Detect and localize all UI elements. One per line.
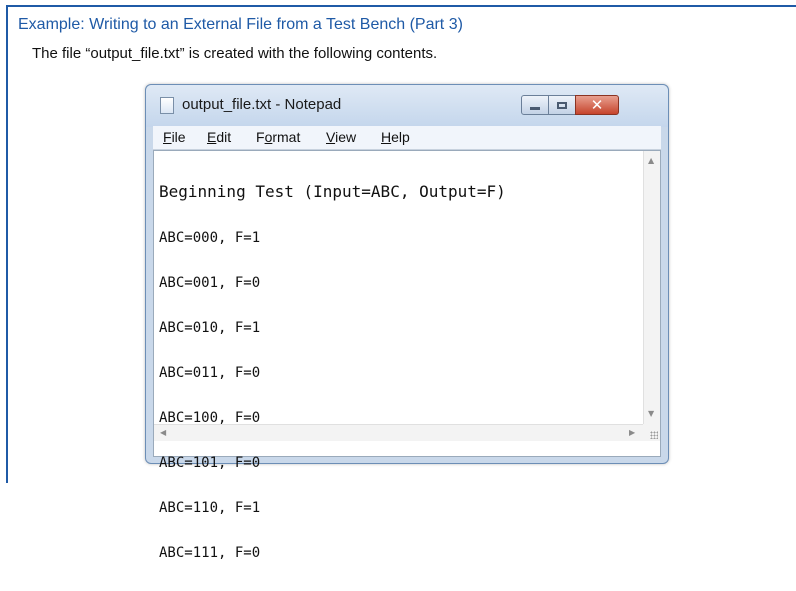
text-line: ABC=001, F=0 (159, 275, 261, 291)
horizontal-scrollbar[interactable]: ◀ ▶ (154, 424, 643, 441)
text-line: ABC=111, F=0 (159, 545, 261, 561)
size-grip[interactable] (643, 424, 660, 441)
close-button[interactable]: ✕ (575, 95, 619, 115)
text-line: ABC=000, F=1 (159, 230, 261, 246)
text-editor[interactable]: Beginning Test (Input=ABC, Output=F) ABC… (153, 150, 661, 561)
text-line: Beginning Test (Input=ABC, Output=F) (159, 182, 506, 201)
maximize-icon (557, 101, 567, 109)
window-titlebar[interactable]: output_file.txt - Notepad ✕ (146, 85, 668, 127)
text-content[interactable]: Beginning Test (Input=ABC, Output=F) ABC… (159, 153, 506, 591)
scroll-up-icon[interactable]: ▲ (648, 157, 654, 165)
slide-title: Example: Writing to an External File fro… (18, 16, 463, 33)
menu-format[interactable]: Format (256, 129, 300, 145)
text-line: ABC=011, F=0 (159, 365, 261, 381)
menu-file[interactable]: File (163, 129, 186, 145)
notepad-window: output_file.txt - Notepad ✕ File Edit Fo… (145, 84, 669, 561)
close-icon: ✕ (590, 95, 604, 114)
scroll-down-icon[interactable]: ▼ (648, 410, 654, 418)
menu-help[interactable]: Help (381, 129, 410, 145)
slide-subtitle: The file “output_file.txt” is created wi… (32, 45, 438, 62)
text-line: ABC=101, F=0 (159, 455, 261, 471)
text-line: ABC=010, F=1 (159, 320, 261, 336)
maximize-button[interactable] (548, 95, 576, 115)
menu-view[interactable]: View (326, 129, 356, 145)
scroll-right-icon[interactable]: ▶ (629, 429, 635, 437)
menu-edit[interactable]: Edit (207, 129, 231, 145)
notepad-icon (160, 97, 174, 114)
minimize-button[interactable] (521, 95, 549, 115)
vertical-scrollbar[interactable]: ▲ ▼ (643, 151, 660, 424)
resize-grip-icon (650, 431, 658, 439)
minimize-icon (530, 106, 540, 110)
scroll-left-icon[interactable]: ◀ (160, 429, 166, 437)
menu-bar: File Edit Format View Help (153, 126, 661, 150)
window-title: output_file.txt - Notepad (182, 96, 342, 113)
text-line: ABC=110, F=1 (159, 500, 261, 516)
